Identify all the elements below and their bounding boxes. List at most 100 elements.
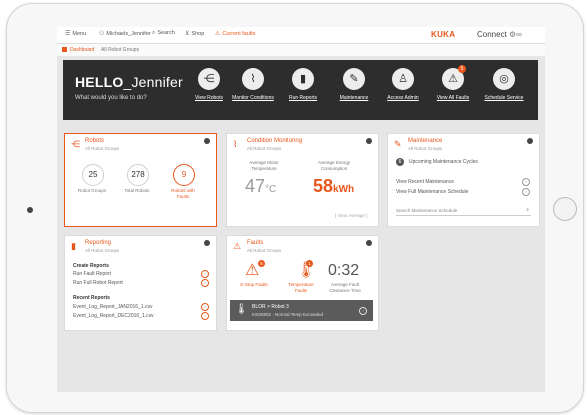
- card-title: Faults: [247, 240, 264, 246]
- card-menu-icon[interactable]: [527, 138, 533, 144]
- motor-temp-unit: °C: [265, 184, 277, 195]
- recent-report-link[interactable]: Event_Log_Report_JAN2016_1.csv: [73, 304, 153, 310]
- hamburger-icon: ☰: [65, 31, 71, 37]
- condition-monitoring-card[interactable]: ⌇ Condition Monitoring All Robot Groups …: [226, 133, 379, 227]
- search-icon[interactable]: ⌕: [526, 206, 529, 215]
- greeting-title: HELLO_Jennifer: [75, 74, 183, 90]
- warning-icon: ⚠: [215, 31, 221, 37]
- action-maintenance[interactable]: ✎ Maintenance: [328, 68, 383, 114]
- search-button[interactable]: ⌕ Search: [152, 30, 175, 37]
- greeting-subtitle: What would you like to do?: [75, 95, 147, 101]
- menu-button[interactable]: ☰ Menu: [65, 30, 86, 37]
- card-title: Reporting: [85, 240, 112, 246]
- latest-fault-alert[interactable]: 🌡 BLOR > Robot 3 KSS8902 · Normal Temp E…: [230, 300, 373, 321]
- clearance-time-value: 0:32: [328, 262, 360, 279]
- robots-with-faults-count[interactable]: 9: [173, 164, 195, 186]
- greeting-prefix: HELLO: [75, 74, 124, 90]
- card-subtitle: All Robot Groups: [85, 146, 120, 151]
- action-schedule-service[interactable]: ◎ Schedule Service: [478, 68, 533, 114]
- user-button[interactable]: ⚇ Michaels_Jennifer: [99, 30, 151, 37]
- action-monitor-conditions[interactable]: ⌇ Monitor Conditions: [227, 68, 282, 114]
- greeting-user: _Jennifer: [123, 74, 183, 90]
- warning-icon: ⚠: [233, 241, 242, 251]
- current-faults-button[interactable]: ⚠ Current faults: [215, 30, 255, 37]
- energy-unit: kWh: [333, 184, 355, 195]
- search-icon: ⌕: [152, 30, 156, 36]
- share-nodes-icon: ⋲: [198, 68, 220, 90]
- action-view-all-faults[interactable]: ⚠ 5 View All Faults: [427, 65, 482, 114]
- person-icon: ♙: [392, 68, 414, 90]
- card-menu-icon[interactable]: [204, 138, 210, 144]
- shop-button[interactable]: ⊻ Shop: [185, 30, 204, 37]
- alert-robot-path: BLOR > Robot 3: [252, 304, 289, 310]
- action-label: View All Faults: [436, 95, 470, 101]
- robot-groups-label: Robot Groups: [77, 188, 106, 193]
- chart-icon: ⌇: [242, 68, 264, 90]
- user-icon: ⚇: [99, 31, 105, 37]
- brand-logo[interactable]: KUKA: [431, 30, 455, 39]
- total-robots-label: Total Robots: [124, 188, 150, 193]
- card-menu-icon[interactable]: [204, 240, 210, 246]
- search-label: Search: [157, 30, 175, 36]
- robots-card[interactable]: ⋲ Robots All Robot Groups 25 Robot Group…: [64, 133, 217, 227]
- card-menu-icon[interactable]: [366, 240, 372, 246]
- arrow-right-icon[interactable]: ›: [201, 312, 209, 320]
- action-run-reports[interactable]: ▮ Run Reports: [277, 68, 332, 114]
- home-icon[interactable]: [62, 47, 67, 52]
- bar-chart-icon: ▮: [292, 68, 314, 90]
- energy-value: 58kWh: [313, 176, 354, 197]
- breadcrumb: Dashboard All Robot Groups: [57, 44, 545, 56]
- welcome-banner: HELLO_Jennifer What would you like to do…: [63, 60, 538, 120]
- action-label: Run Reports: [288, 95, 318, 101]
- menu-label: Menu: [72, 31, 87, 37]
- maintenance-card[interactable]: ✎ Maintenance All Robot Groups 6 Upcomin…: [387, 133, 540, 227]
- wrench-icon: ✎: [394, 139, 402, 149]
- arrow-right-icon[interactable]: ›: [201, 303, 209, 311]
- thermometer-icon: 🌡: [235, 304, 248, 315]
- view-recent-maintenance-link[interactable]: View Recent Maintenance: [396, 179, 454, 185]
- action-label: Schedule Service: [484, 95, 524, 101]
- upcoming-count-badge: 6: [396, 158, 404, 166]
- reporting-card[interactable]: ▮ Reporting All Robot Groups Create Repo…: [64, 235, 217, 331]
- arrow-right-icon[interactable]: ›: [201, 279, 209, 287]
- card-subtitle: All Robot Groups: [408, 146, 443, 151]
- total-robots-count[interactable]: 278: [127, 164, 149, 186]
- motor-temp-number: 47: [245, 176, 266, 196]
- maintenance-search-input[interactable]: Search Maintenance Schedule ⌕: [396, 206, 531, 216]
- arrow-right-icon[interactable]: ›: [359, 307, 367, 315]
- action-label: Access Admin: [387, 95, 419, 101]
- run-fault-report-link[interactable]: Run Fault Report: [73, 271, 111, 277]
- faults-card[interactable]: ⚠ Faults All Robot Groups ⚠ 5 E-Stop Fau…: [226, 235, 379, 331]
- home-button[interactable]: [553, 197, 577, 221]
- arrow-right-icon[interactable]: ›: [201, 270, 209, 278]
- run-full-robot-report-link[interactable]: Run Full Robot Report: [73, 280, 123, 286]
- action-label: Maintenance: [339, 95, 369, 101]
- top-bar: ☰ Menu ⚇ Michaels_Jennifer ⌕ Search ⊻ Shop ⚠…: [57, 27, 545, 44]
- card-title: Condition Monitoring: [247, 138, 303, 144]
- energy-number: 58: [313, 176, 334, 196]
- arrow-right-icon[interactable]: ›: [522, 188, 530, 196]
- card-menu-icon[interactable]: [366, 138, 372, 144]
- chart-icon: ⌇: [233, 139, 238, 149]
- camera-dot: [27, 207, 33, 213]
- breadcrumb-dashboard[interactable]: Dashboard: [70, 47, 94, 53]
- robot-groups-count[interactable]: 25: [82, 164, 104, 186]
- fault-count-badge: 5: [458, 65, 466, 73]
- temp-count-badge: 1: [306, 260, 313, 267]
- connect-logo-icon: ⚙∞: [509, 30, 522, 39]
- action-access-admin[interactable]: ♙ Access Admin: [377, 68, 432, 114]
- breadcrumb-current: All Robot Groups: [101, 47, 140, 53]
- arrow-right-icon[interactable]: ›: [522, 178, 530, 186]
- user-label: Michaels_Jennifer: [106, 31, 151, 37]
- card-title: Maintenance: [408, 138, 443, 144]
- product-name: Connect: [477, 30, 507, 39]
- temperature-faults-label[interactable]: Temperature Faults: [283, 282, 319, 294]
- alert-description: KSS8902 · Normal Temp Exceeded: [252, 312, 323, 317]
- view-full-schedule-link[interactable]: View Full Maintenance Schedule: [396, 189, 468, 195]
- view-average-link[interactable]: [ View Average ]: [335, 213, 367, 218]
- card-subtitle: All Robot Groups: [85, 248, 120, 253]
- estop-faults-label[interactable]: E-Stop Faults: [236, 282, 272, 288]
- upcoming-maintenance-label[interactable]: Upcoming Maintenance Cycles: [409, 159, 478, 165]
- recent-report-link[interactable]: Event_Log_Report_DEC2016_1.csv: [73, 313, 154, 319]
- tablet-frame: ☰ Menu ⚇ Michaels_Jennifer ⌕ Search ⊻ Shop ⚠…: [6, 3, 584, 413]
